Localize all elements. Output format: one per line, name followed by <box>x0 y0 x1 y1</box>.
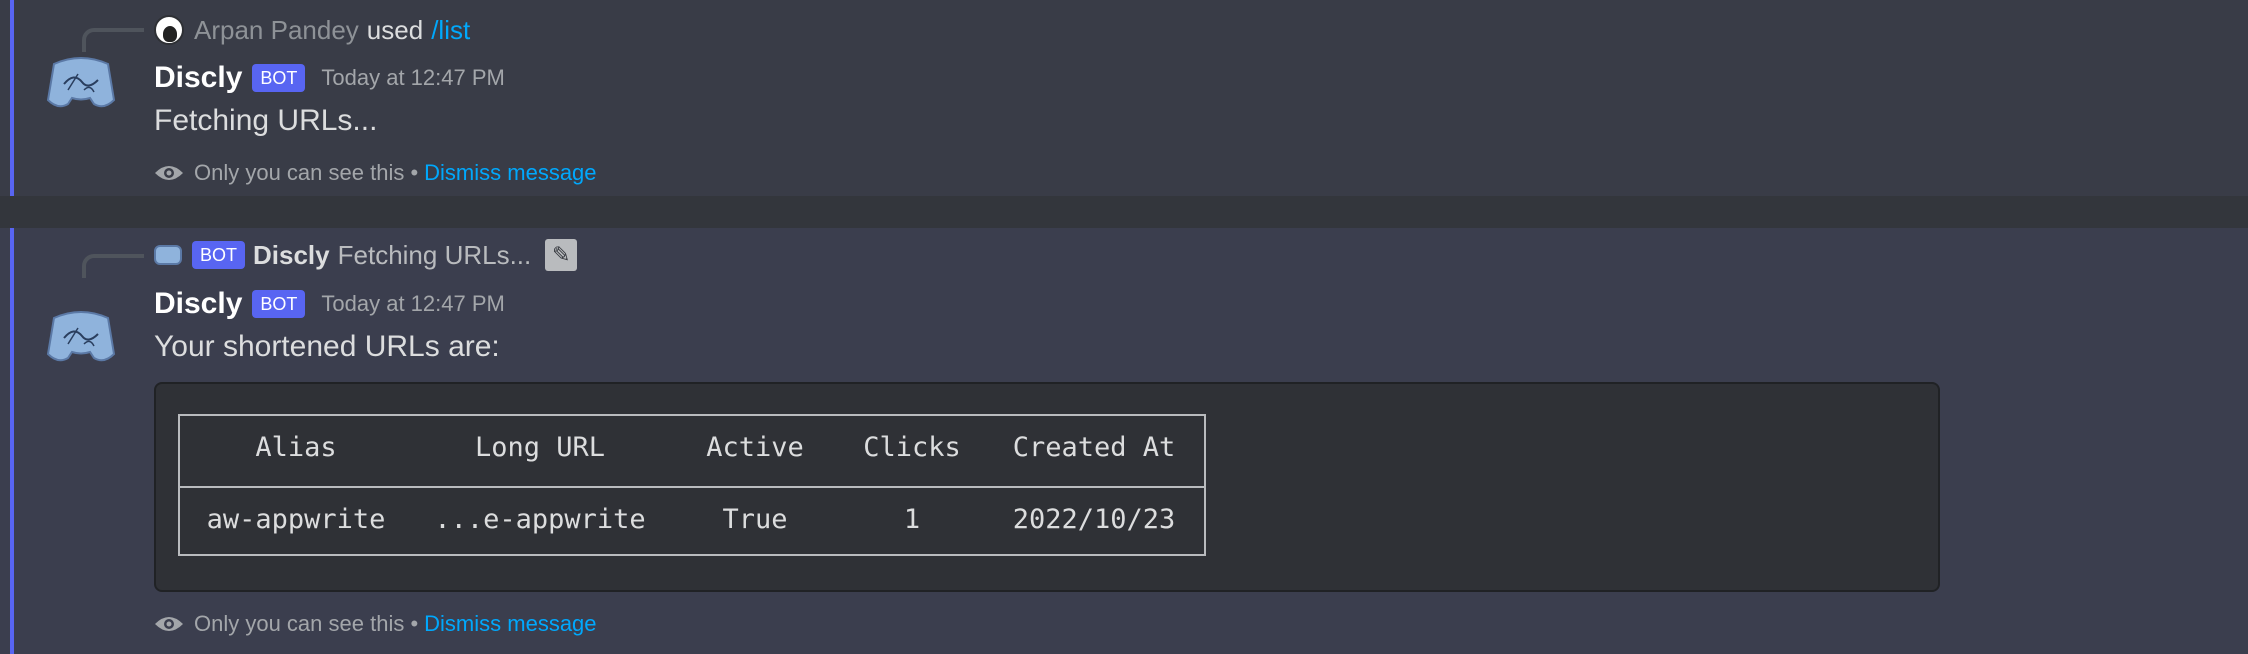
reply-context[interactable]: BOT Discly Fetching URLs... ✎ <box>154 238 578 272</box>
bot-badge: BOT <box>252 64 306 92</box>
slash-command-link[interactable]: /list <box>431 15 470 46</box>
message-content: Your shortened URLs are: <box>154 330 500 363</box>
message-header: Discly BOT Today at 12:47 PM <box>154 284 505 324</box>
table-header-cell: Active <box>706 432 804 463</box>
url-table: Alias Long URL Active Clicks Created At … <box>178 414 1206 556</box>
message-timestamp: Today at 12:47 PM <box>321 65 505 90</box>
eye-icon <box>155 166 183 180</box>
reply-connector <box>82 254 144 278</box>
code-block[interactable]: Alias Long URL Active Clicks Created At … <box>154 382 1940 592</box>
bot-badge: BOT <box>252 290 306 318</box>
reply-context[interactable]: Arpan Pandey used /list <box>154 13 470 47</box>
author-name[interactable]: Discly <box>154 61 242 95</box>
ephemeral-message-1: Arpan Pandey used /list Discly BOT Today… <box>0 0 2248 196</box>
dismiss-message-link[interactable]: Dismiss message <box>424 160 596 186</box>
table-cell-clicks: 1 <box>903 504 921 535</box>
ephemeral-message-2: BOT Discly Fetching URLs... ✎ Discly BOT… <box>0 228 2248 654</box>
bot-avatar-small-icon <box>154 245 182 265</box>
message-header: Discly BOT Today at 12:47 PM <box>154 58 505 98</box>
bot-avatar-icon[interactable] <box>44 44 118 118</box>
ephemeral-text: Only you can see this • <box>194 160 419 185</box>
reply-used-text: used <box>366 14 424 45</box>
reply-preview-text[interactable]: Fetching URLs... <box>338 240 532 271</box>
table-header-cell: Long URL <box>474 432 606 463</box>
edit-icon: ✎ <box>545 239 578 271</box>
table-header-cell: Alias <box>255 432 337 463</box>
reply-author-name[interactable]: Discly <box>253 240 330 271</box>
user-avatar-icon <box>154 15 184 45</box>
message-timestamp: Today at 12:47 PM <box>321 291 505 316</box>
reply-bot-badge: BOT <box>192 241 246 269</box>
message-content: Fetching URLs... <box>154 104 378 137</box>
table-cell-active: True <box>722 504 788 535</box>
ephemeral-text: Only you can see this • <box>194 611 419 636</box>
table-header-separator <box>180 486 1204 488</box>
message-divider <box>0 196 2248 228</box>
highlight-bar <box>10 228 14 654</box>
table-cell-alias: aw-appwrite <box>206 504 386 535</box>
table-header-cell: Clicks <box>863 432 961 463</box>
bot-avatar-icon[interactable] <box>44 298 118 372</box>
table-header-cell: Created At <box>1012 432 1176 463</box>
author-name[interactable]: Discly <box>154 287 242 321</box>
table-cell-long-url: ...e-appwrite <box>434 504 646 535</box>
dismiss-message-link[interactable]: Dismiss message <box>424 611 596 637</box>
reply-user-name[interactable]: Arpan Pandey <box>194 15 359 46</box>
highlight-bar <box>10 0 14 196</box>
ephemeral-notice: Only you can see this • Dismiss message <box>154 158 597 188</box>
table-cell-created-at: 2022/10/23 <box>1012 504 1176 535</box>
ephemeral-notice: Only you can see this • Dismiss message <box>154 609 597 639</box>
eye-icon <box>155 617 183 631</box>
